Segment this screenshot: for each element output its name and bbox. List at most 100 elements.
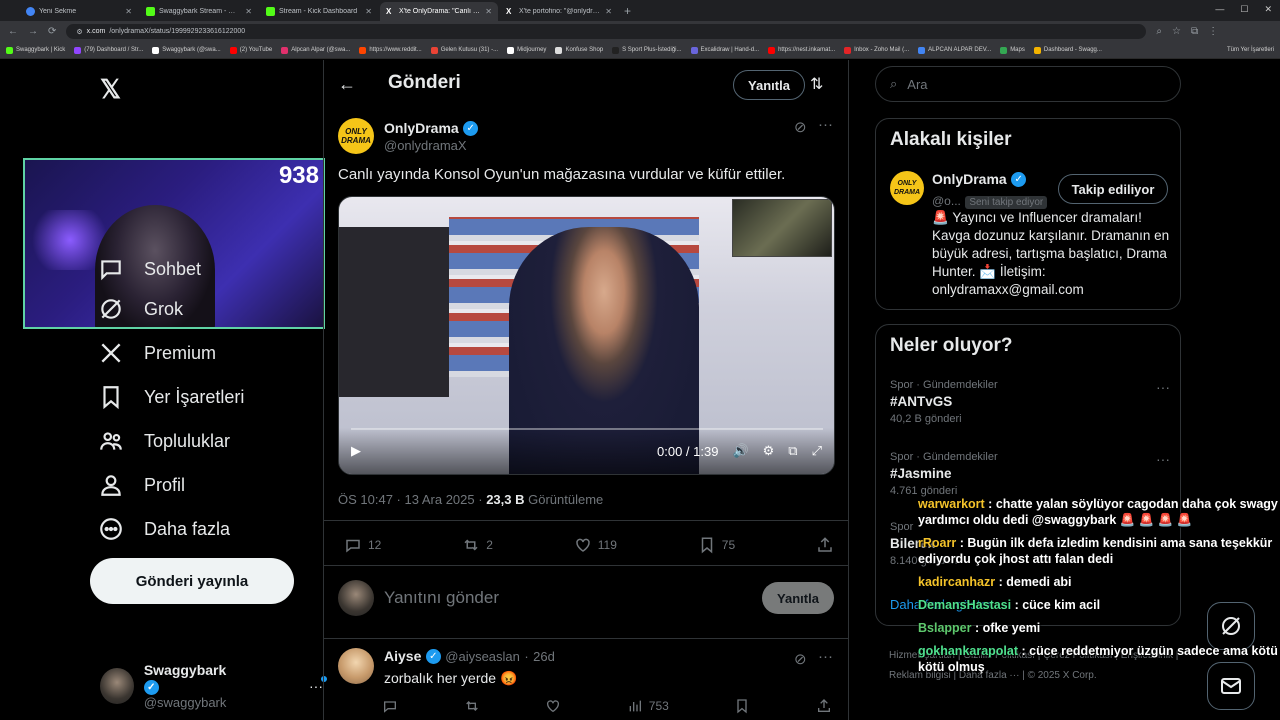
related-handle[interactable]: @o... xyxy=(932,194,961,208)
play-icon[interactable]: ▶ xyxy=(351,443,361,459)
bookmark-item[interactable]: Dashboard - Swagg... xyxy=(1033,46,1102,54)
forward-arrow-icon[interactable]: → xyxy=(28,26,38,37)
new-tab-button[interactable]: + xyxy=(624,4,631,18)
like-action[interactable] xyxy=(545,698,561,714)
browser-tab-active[interactable]: X X'te OnlyDrama: "Canlı yayında ✕ xyxy=(380,2,498,21)
reply-header-button[interactable]: Yanıtla xyxy=(733,70,805,100)
comment-avatar[interactable] xyxy=(338,648,374,684)
post-time[interactable]: ÖS 10:47 xyxy=(338,492,393,507)
view-count: 23,3 B xyxy=(486,492,525,507)
extensions-icon[interactable]: ⧉ xyxy=(1191,26,1198,37)
nav-item-bookmarks[interactable]: Yer İşaretleri xyxy=(98,384,244,410)
account-switcher[interactable]: Swaggybark ✓ @swaggybark ··· xyxy=(100,662,327,710)
post-button[interactable]: Gönderi yayınla xyxy=(90,558,294,604)
close-icon[interactable]: ✕ xyxy=(365,7,372,16)
bookmark-item[interactable]: Excalidraw | Hand-d... xyxy=(690,46,759,54)
bookmark-item[interactable]: https://www.reddit... xyxy=(359,46,422,54)
comment-handle[interactable]: @aiyseaslan xyxy=(445,649,520,664)
close-icon[interactable]: ✕ xyxy=(245,7,252,16)
like-action[interactable]: 119 xyxy=(574,536,617,554)
nav-item-communities[interactable]: Topluluklar xyxy=(98,428,230,454)
post-actions: 12 2 119 75 xyxy=(344,536,834,554)
nav-item-chat[interactable]: Sohbet xyxy=(98,256,201,282)
zoom-icon[interactable]: ⌕ xyxy=(1156,26,1162,37)
bookmark-item[interactable]: Konfuse Shop xyxy=(555,46,603,54)
back-arrow-icon[interactable]: ← xyxy=(338,74,356,95)
browser-tab[interactable]: X X'te portofino: "@onlydramaX ✕ xyxy=(500,2,618,21)
video-player[interactable]: ▶ 0:00 / 1:39 🔊 ⚙ ⧉ ⤢ xyxy=(338,196,835,475)
following-button[interactable]: Takip ediliyor xyxy=(1058,174,1168,204)
reply-action[interactable]: 12 xyxy=(344,536,381,554)
fullscreen-icon[interactable]: ⤢ xyxy=(812,443,822,459)
repost-action[interactable]: 2 xyxy=(462,536,493,554)
related-avatar[interactable]: ONLY DRAMA xyxy=(890,171,924,205)
bookmark-item[interactable]: (2) YouTube xyxy=(229,46,272,54)
site-info-icon[interactable]: ⚙ xyxy=(76,28,82,36)
bookmark-item[interactable]: https://nest.inkamat... xyxy=(768,46,835,54)
bookmark-item[interactable]: Gelen Kutusu (31) -... xyxy=(430,46,498,54)
author-avatar[interactable]: ONLY DRAMA xyxy=(338,118,374,154)
post-author[interactable]: ONLY DRAMA OnlyDrama ✓ @onlydramaX xyxy=(338,118,479,154)
repost-icon xyxy=(465,701,478,711)
url-field[interactable]: ⚙ x.com/onlydramaX/status/199992923361612… xyxy=(66,24,1147,39)
trend-item[interactable]: Spor · Gündemdekiler #ANTvGS 40,2 B gönder… xyxy=(890,379,1170,425)
nav-item-profile[interactable]: Profil xyxy=(98,472,185,498)
browser-tab[interactable]: Yeni Sekme ✕ xyxy=(20,2,138,21)
x-logo-icon[interactable]: 𝕏 xyxy=(100,74,121,105)
reply-button[interactable]: Yanıtla xyxy=(762,582,834,614)
trend-item[interactable]: Spor · Gündemdekiler #Jasmine 4.761 gönder… xyxy=(890,451,1170,497)
share-action[interactable] xyxy=(816,698,832,714)
reload-icon[interactable]: ⟳ xyxy=(48,26,56,37)
bookmark-item[interactable]: (79) Dashboard / Str... xyxy=(74,46,143,54)
related-name[interactable]: OnlyDrama xyxy=(932,171,1007,187)
author-handle[interactable]: @onlydramaX xyxy=(384,138,478,153)
bookmark-item[interactable]: Swaggybark | Kick xyxy=(6,46,65,54)
settings-sliders-icon[interactable]: ⇅ xyxy=(810,74,823,94)
back-arrow-icon[interactable]: ← xyxy=(8,26,18,37)
nav-item-more[interactable]: Daha fazla xyxy=(98,516,230,542)
more-dots-icon[interactable]: ··· xyxy=(1156,451,1170,467)
repost-action[interactable] xyxy=(464,698,480,714)
bookmark-item[interactable]: Swaggybark (@swa... xyxy=(152,46,221,54)
nav-item-grok[interactable]: Grok xyxy=(98,296,183,322)
star-icon[interactable]: ☆ xyxy=(1172,26,1181,37)
pip-icon[interactable]: ⧉ xyxy=(788,443,797,459)
volume-icon[interactable]: 🔊 xyxy=(732,443,748,459)
gear-icon[interactable]: ⚙ xyxy=(763,443,775,459)
browser-tab[interactable]: Stream - Kick Dashboard ✕ xyxy=(260,2,378,21)
all-bookmarks-folder[interactable]: Tüm Yer İşaretleri xyxy=(1227,47,1274,53)
menu-icon[interactable]: ⋮ xyxy=(1208,26,1218,37)
bookmark-item[interactable]: Midjourney xyxy=(507,46,546,54)
bookmark-item[interactable]: S Sport Plus-İstediği... xyxy=(612,46,682,54)
bookmark-item[interactable]: Inbox - Zoho Mail (... xyxy=(844,46,909,54)
reply-input[interactable]: Yanıtını gönder xyxy=(384,588,752,608)
more-dots-icon[interactable]: ··· xyxy=(309,675,327,694)
maximize-icon[interactable]: ☐ xyxy=(1240,4,1248,15)
close-icon[interactable]: ✕ xyxy=(485,7,492,16)
more-dots-icon[interactable]: ··· xyxy=(818,648,833,665)
comment-author[interactable]: Aiyse xyxy=(384,648,421,664)
bookmark-item[interactable]: ALPCAN ALPAR DEV... xyxy=(918,46,991,54)
bookmark-item[interactable]: Alpcan Alpar (@swa... xyxy=(281,46,350,54)
nav-item-premium[interactable]: Premium xyxy=(98,340,216,366)
close-icon[interactable]: ✕ xyxy=(125,7,132,16)
author-name[interactable]: OnlyDrama xyxy=(384,120,459,136)
grok-icon[interactable]: ⊘ xyxy=(794,650,807,668)
bookmark-action[interactable] xyxy=(734,698,750,714)
more-dots-icon[interactable]: ··· xyxy=(1156,379,1170,395)
grok-icon[interactable]: ⊘ xyxy=(794,118,807,136)
more-dots-icon[interactable]: ··· xyxy=(818,116,833,133)
minimize-icon[interactable]: — xyxy=(1215,4,1224,15)
bookmark-favicon xyxy=(844,46,852,54)
comment-item[interactable]: Aiyse ✓ @aiyseaslan · 26d zorbalık her y… xyxy=(338,648,555,687)
bookmark-action[interactable]: 75 xyxy=(698,536,735,554)
close-icon[interactable]: ✕ xyxy=(605,7,612,16)
post-date[interactable]: 13 Ara 2025 xyxy=(405,492,475,507)
share-action[interactable] xyxy=(816,536,834,554)
bookmark-item[interactable]: Maps xyxy=(1000,46,1025,54)
views-action[interactable]: 753 xyxy=(627,698,669,714)
close-window-icon[interactable]: ✕ xyxy=(1264,4,1272,15)
reply-action[interactable] xyxy=(382,698,398,714)
browser-tab[interactable]: Swaggybark Stream - Watch Li ✕ xyxy=(140,2,258,21)
search-input[interactable]: ⌕ Ara xyxy=(875,66,1181,102)
